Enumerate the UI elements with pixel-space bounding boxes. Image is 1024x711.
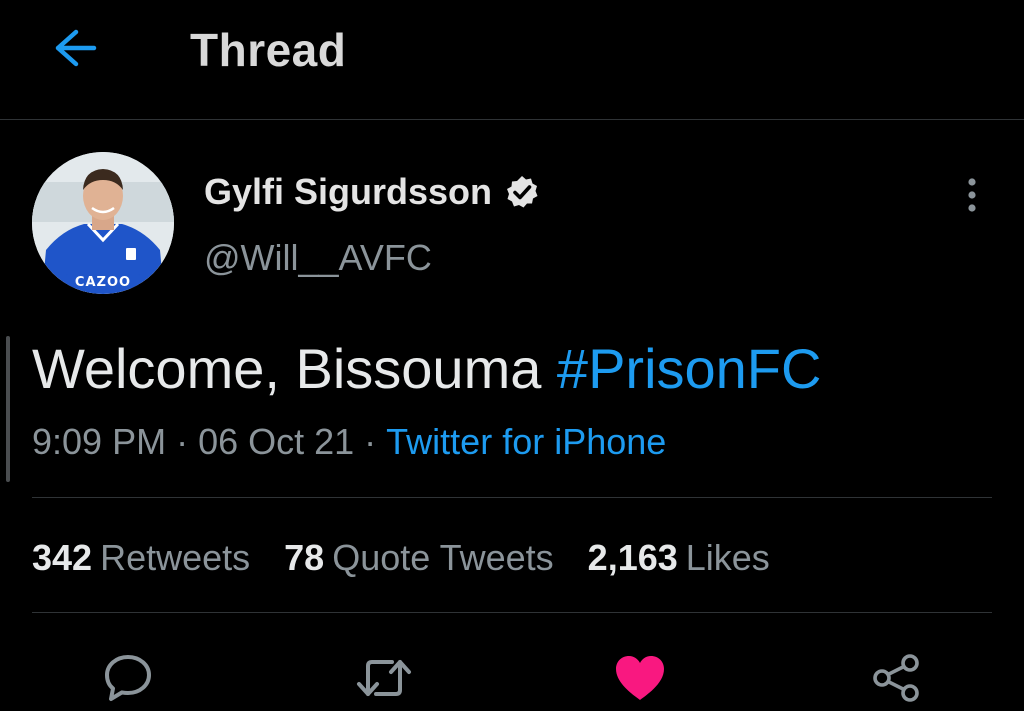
like-button[interactable] bbox=[610, 648, 670, 708]
arrow-left-icon bbox=[55, 29, 97, 67]
profile-photo: CAZOO bbox=[32, 152, 174, 294]
author-name[interactable]: Gylfi Sigurdsson bbox=[204, 168, 540, 216]
thread-connector-line bbox=[6, 336, 10, 482]
quote-tweets-count: 78 bbox=[284, 537, 325, 578]
quote-tweets-label: Quote Tweets bbox=[332, 537, 554, 578]
retweets-label: Retweets bbox=[100, 537, 251, 578]
more-options-button[interactable] bbox=[950, 170, 994, 220]
likes-label: Likes bbox=[685, 537, 770, 578]
tweet-meta: 9:09 PM · 06 Oct 21 · Twitter for iPhone bbox=[32, 418, 666, 466]
back-button[interactable] bbox=[44, 20, 104, 76]
meta-separator: · bbox=[364, 421, 377, 462]
share-icon bbox=[873, 654, 919, 702]
tweet-text: Welcome, Bissouma #PrisonFC bbox=[32, 336, 821, 402]
divider bbox=[32, 497, 992, 498]
hashtag-link[interactable]: #PrisonFC bbox=[557, 337, 822, 400]
author-name-text: Gylfi Sigurdsson bbox=[204, 171, 493, 212]
divider bbox=[32, 612, 992, 613]
tweet-body-text: Welcome, Bissouma bbox=[32, 337, 557, 400]
likes-count: 2,163 bbox=[587, 537, 678, 578]
quote-tweets-stat[interactable]: 78 Quote Tweets bbox=[284, 534, 554, 582]
likes-stat[interactable]: 2,163 Likes bbox=[588, 534, 770, 582]
avatar[interactable]: CAZOO bbox=[32, 152, 174, 294]
tweet-stats: 342 Retweets 78 Quote Tweets 2,163 Likes bbox=[32, 534, 770, 582]
verified-badge-icon bbox=[507, 176, 538, 208]
top-bar: Thread bbox=[0, 0, 1024, 120]
reply-icon bbox=[105, 655, 151, 701]
retweets-count: 342 bbox=[32, 537, 93, 578]
meta-separator: · bbox=[176, 421, 189, 462]
tweet-date[interactable]: 06 Oct 21 bbox=[198, 421, 354, 462]
tweet-time[interactable]: 9:09 PM bbox=[32, 421, 166, 462]
heart-filled-icon bbox=[616, 656, 664, 700]
author-handle[interactable]: @Will__AVFC bbox=[204, 234, 432, 282]
retweet-icon bbox=[357, 660, 411, 696]
retweets-stat[interactable]: 342 Retweets bbox=[32, 534, 250, 582]
svg-text:CAZOO: CAZOO bbox=[75, 275, 131, 290]
tweet-source-link[interactable]: Twitter for iPhone bbox=[386, 421, 666, 462]
more-vertical-icon bbox=[968, 178, 976, 212]
share-button[interactable] bbox=[866, 648, 926, 708]
reply-button[interactable] bbox=[98, 648, 158, 708]
page-title: Thread bbox=[190, 24, 347, 76]
retweet-button[interactable] bbox=[354, 648, 414, 708]
thread-screen: Thread CAZOO Gylfi Sigurdsson @Will__AVF bbox=[0, 0, 1024, 711]
